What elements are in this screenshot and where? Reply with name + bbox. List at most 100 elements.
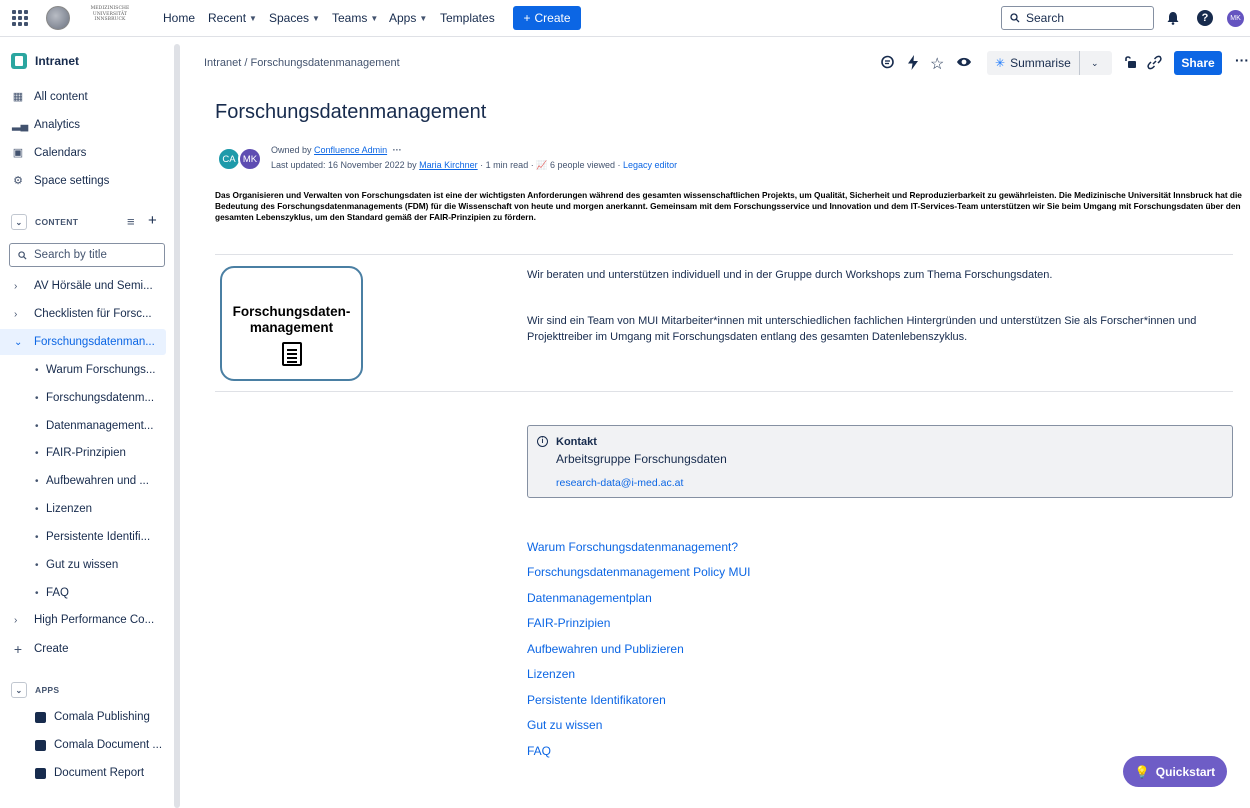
owner-more-icon[interactable]: ···	[393, 145, 402, 155]
filter-icon[interactable]: ≡	[127, 214, 135, 229]
tree-item-fair[interactable]: • FAIR-Prinzipien	[0, 440, 166, 466]
tree-item-av-hoersaele[interactable]: › AV Hörsäle und Semi...	[0, 273, 166, 299]
chevron-down-icon[interactable]: ⌄	[0, 337, 34, 348]
breadcrumb[interactable]: Intranet / Forschungsdatenmanagement	[204, 57, 400, 69]
tree-item-lizenzen[interactable]: • Lizenzen	[0, 496, 166, 522]
link-lizenzen[interactable]: Lizenzen	[527, 667, 575, 681]
contact-email-link[interactable]: research-data@i-med.ac.at	[556, 477, 683, 489]
bullet-icon: •	[35, 475, 39, 487]
chevron-down-icon: ▼	[312, 13, 320, 23]
sidebar-item-all-content[interactable]: ▦ All content	[12, 90, 88, 104]
top-navigation: MEDIZINISCHE UNIVERSITÄT INNSBRUCK Home …	[0, 0, 1250, 37]
global-search-input[interactable]: Search	[1001, 6, 1154, 30]
gear-icon: ⚙	[13, 175, 23, 187]
nav-spaces[interactable]: Spaces ▼	[269, 11, 320, 25]
page-owner-line: Owned by Confluence Admin ···	[271, 145, 402, 155]
app-comala-document[interactable]: Comala Document ...	[35, 739, 162, 751]
legacy-editor-link[interactable]: Legacy editor	[623, 160, 677, 170]
tree-item-checklisten[interactable]: › Checklisten für Forsc...	[0, 301, 166, 327]
space-header[interactable]: Intranet	[11, 53, 79, 69]
page-views-link[interactable]: 6 people viewed	[550, 160, 615, 170]
comala-publishing-icon	[35, 711, 46, 723]
sparkle-icon: ✳	[995, 56, 1006, 70]
app-switcher-icon[interactable]	[12, 10, 28, 26]
link-icon[interactable]	[1147, 55, 1162, 73]
link-persistente[interactable]: Persistente Identifikatoren	[527, 693, 666, 707]
chevron-right-icon[interactable]: ›	[0, 309, 34, 320]
sidebar-item-analytics[interactable]: ▂▄ Analytics	[12, 118, 80, 132]
create-button[interactable]: + Create	[513, 6, 581, 30]
nav-templates[interactable]: Templates	[440, 11, 495, 25]
add-content-plus-icon[interactable]: +	[148, 212, 157, 229]
chevron-down-icon[interactable]: ⌄	[11, 682, 27, 698]
search-icon	[1010, 13, 1020, 23]
chevron-down-icon: ▼	[370, 13, 379, 23]
section-divider	[215, 391, 1233, 392]
user-avatar[interactable]: MK	[1227, 10, 1244, 27]
search-icon	[18, 250, 27, 260]
tree-item-aufbewahren[interactable]: • Aufbewahren und ...	[0, 468, 166, 494]
bullet-icon: •	[35, 392, 39, 404]
sidebar-scrollbar[interactable]	[174, 44, 180, 808]
chevron-down-icon[interactable]: ⌄	[11, 214, 27, 230]
sidebar-item-space-settings[interactable]: ⚙ Space settings	[12, 174, 109, 188]
link-gut-zu-wissen[interactable]: Gut zu wissen	[527, 718, 602, 732]
star-icon[interactable]: ☆	[930, 54, 944, 74]
link-policy[interactable]: Forschungsdatenmanagement Policy MUI	[527, 565, 750, 579]
nav-home[interactable]: Home	[163, 11, 195, 25]
nav-apps[interactable]: Apps ▼	[389, 11, 427, 25]
contributor-avatars[interactable]: CA MK	[217, 147, 265, 171]
info-icon: i	[537, 436, 548, 447]
link-warum[interactable]: Warum Forschungsdatenmanagement?	[527, 540, 738, 554]
tree-item-faq[interactable]: • FAQ	[0, 580, 166, 606]
last-editor-link[interactable]: Maria Kirchner	[419, 160, 478, 170]
tree-item-dmp[interactable]: • Datenmanagement...	[0, 413, 166, 439]
chevron-right-icon[interactable]: ›	[0, 281, 34, 292]
tree-item-warum[interactable]: • Warum Forschungs...	[0, 357, 166, 383]
notifications-bell-icon[interactable]	[1164, 9, 1182, 27]
comment-icon[interactable]	[880, 55, 895, 73]
university-logo-text[interactable]: MEDIZINISCHE UNIVERSITÄT INNSBRUCK	[80, 6, 140, 23]
link-dmp[interactable]: Datenmanagementplan	[527, 591, 652, 605]
calendar-icon: ▣	[12, 147, 24, 159]
sidebar-create-button[interactable]: + Create	[12, 641, 69, 657]
nav-recent[interactable]: Recent ▼	[208, 11, 257, 25]
link-aufbewahren[interactable]: Aufbewahren und Publizieren	[527, 642, 684, 656]
intro-paragraph: Das Organisieren und Verwalten von Forsc…	[215, 190, 1242, 222]
apps-section-header[interactable]: ⌄ APPS	[11, 682, 59, 698]
nav-teams[interactable]: Teams ▼	[332, 11, 378, 25]
sidebar-item-calendars[interactable]: ▣ Calendars	[12, 146, 87, 160]
chevron-right-icon[interactable]: ›	[0, 615, 34, 626]
restrictions-lock-icon[interactable]	[1124, 55, 1137, 72]
quickstart-button[interactable]: 💡 Quickstart	[1123, 756, 1227, 787]
lightning-icon[interactable]	[907, 55, 919, 73]
tree-item-gut-zu-wissen[interactable]: • Gut zu wissen	[0, 552, 166, 578]
share-button[interactable]: Share	[1174, 51, 1222, 75]
comala-document-icon	[35, 739, 46, 751]
university-seal-logo[interactable]	[46, 6, 70, 30]
avatar-mk[interactable]: MK	[238, 147, 262, 171]
space-logo-icon	[11, 53, 27, 69]
space-sidebar: Intranet ▦ All content ▂▄ Analytics ▣ Calen…	[0, 38, 183, 808]
link-faq[interactable]: FAQ	[527, 744, 551, 758]
app-document-report[interactable]: Document Report	[35, 767, 144, 779]
grid-icon: ▦	[12, 91, 24, 103]
link-fair[interactable]: FAIR-Prinzipien	[527, 616, 610, 630]
search-by-title-input[interactable]: Search by title	[9, 243, 165, 267]
tree-item-policy[interactable]: • Forschungsdatenm...	[0, 385, 166, 411]
owner-link[interactable]: Confluence Admin	[314, 145, 387, 155]
tree-item-forschungsdatenmanagement[interactable]: ⌄ Forschungsdatenman...	[0, 329, 166, 355]
app-comala-publishing[interactable]: Comala Publishing	[35, 711, 150, 723]
tree-item-persistente[interactable]: • Persistente Identifi...	[0, 524, 166, 550]
content-section-header[interactable]: ⌄ CONTENT	[11, 214, 78, 230]
eye-icon[interactable]	[956, 55, 972, 72]
more-actions-icon[interactable]: ···	[1235, 52, 1249, 68]
bullet-icon: •	[35, 531, 39, 543]
plus-icon: +	[13, 641, 23, 657]
summarise-button[interactable]: ✳ Summarise ⌄	[987, 51, 1112, 75]
chevron-down-icon[interactable]: ⌄	[1080, 58, 1110, 69]
tree-item-hpc[interactable]: › High Performance Co...	[0, 607, 166, 633]
views-chart-icon: 📈	[536, 160, 548, 170]
chevron-down-icon: ▼	[419, 13, 428, 23]
help-icon[interactable]: ?	[1197, 10, 1213, 26]
